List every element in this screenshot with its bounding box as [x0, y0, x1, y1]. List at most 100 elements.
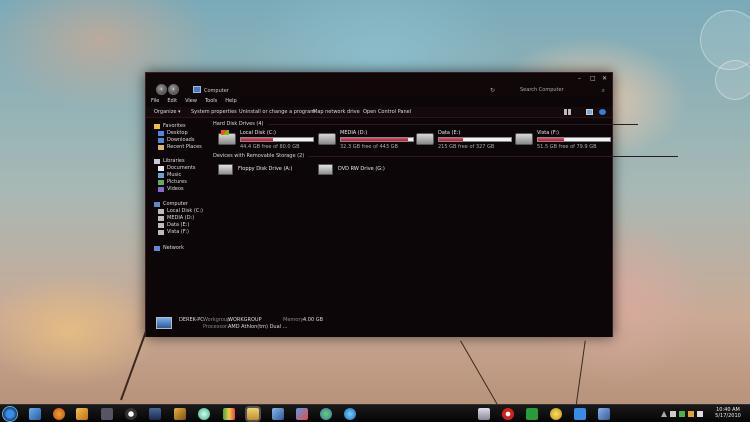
- memory-label: Memory:: [283, 317, 305, 323]
- floppy-drive-a[interactable]: Floppy Disk Drive (A:): [218, 163, 318, 185]
- drive-d[interactable]: MEDIA (D:) 32.3 GB free of 443 GB: [318, 130, 418, 152]
- nav-network[interactable]: Network: [154, 245, 184, 251]
- device-name: Floppy Disk Drive (A:): [238, 166, 293, 172]
- app-icon[interactable]: [502, 408, 514, 420]
- nav-label: Downloads: [167, 137, 195, 143]
- menu-edit[interactable]: Edit: [167, 98, 177, 106]
- nav-label: Videos: [167, 186, 184, 192]
- user-folder-icon[interactable]: [29, 408, 41, 420]
- nav-label: Local Disk (C:): [167, 208, 203, 214]
- open-control-panel-button[interactable]: Open Control Panel: [363, 109, 411, 115]
- app-icon[interactable]: [149, 408, 161, 420]
- usage-fill: [538, 138, 564, 141]
- nav-music[interactable]: Music: [158, 172, 181, 178]
- start-button[interactable]: [2, 406, 18, 422]
- dvd-drive-g[interactable]: DVD RW Drive (G:): [318, 163, 418, 185]
- nav-desktop[interactable]: Desktop: [158, 130, 188, 136]
- nav-pictures[interactable]: Pictures: [158, 179, 187, 185]
- drive-free-space: 51.5 GB free of 79.9 GB: [537, 144, 597, 150]
- nav-data[interactable]: Data (E:): [158, 222, 189, 228]
- dvd-icon: [318, 164, 333, 175]
- uninstall-button[interactable]: Uninstall or change a program: [239, 109, 315, 115]
- address-bar[interactable]: Computer: [204, 88, 229, 94]
- tray-app-icon[interactable]: [679, 411, 685, 417]
- recent-places-icon: [158, 144, 164, 150]
- plant-stem: [460, 340, 501, 411]
- recycle-bin-icon[interactable]: [478, 408, 490, 420]
- processor-value: AMD Athlon(tm) Dual ...: [228, 324, 288, 330]
- volume-icon[interactable]: [697, 411, 703, 417]
- search-icon[interactable]: ⌕: [602, 86, 605, 95]
- nav-documents[interactable]: Documents: [158, 165, 196, 171]
- drive-c[interactable]: Local Disk (C:) 44.4 GB free of 80.0 GB: [218, 130, 318, 152]
- plant-stem: [575, 340, 586, 411]
- nav-recent-places[interactable]: Recent Places: [158, 144, 202, 150]
- preview-pane-icon[interactable]: [586, 109, 593, 115]
- nav-media[interactable]: MEDIA (D:): [158, 215, 194, 221]
- tray-network-icon[interactable]: [670, 411, 676, 417]
- drive-free-space: 215 GB free of 327 GB: [438, 144, 495, 150]
- nav-label: Data (E:): [167, 222, 190, 228]
- drive-free-space: 44.4 GB free of 80.0 GB: [240, 144, 300, 150]
- app-icon[interactable]: [296, 408, 308, 420]
- drive-f[interactable]: Vista (F:) 51.5 GB free of 79.9 GB: [515, 130, 615, 152]
- menu-tools[interactable]: Tools: [205, 98, 217, 106]
- help-icon[interactable]: [599, 109, 606, 115]
- menu-file[interactable]: File: [151, 98, 159, 106]
- nav-videos[interactable]: Videos: [158, 186, 184, 192]
- nav-local-disk[interactable]: Local Disk (C:): [158, 208, 203, 214]
- nav-favorites[interactable]: Favorites: [154, 123, 186, 129]
- nav-downloads[interactable]: Downloads: [158, 137, 194, 143]
- view-options-icon[interactable]: [564, 109, 571, 115]
- close-button[interactable]: ✕: [602, 75, 607, 82]
- minimize-button[interactable]: –: [578, 75, 581, 82]
- group-removable-storage[interactable]: Devices with Removable Storage (2): [213, 153, 680, 159]
- nav-label: Libraries: [163, 158, 185, 164]
- usage-fill: [241, 138, 274, 141]
- app-icon[interactable]: [174, 408, 186, 420]
- media-player-icon[interactable]: [53, 408, 65, 420]
- internet-explorer-icon[interactable]: [344, 408, 356, 420]
- drive-icon: [158, 208, 164, 214]
- tray-up-arrow-icon[interactable]: [661, 411, 667, 417]
- tray-app-icon[interactable]: [688, 411, 694, 417]
- details-pane: DEREK-PC Workgroup: WORKGROUP Memory: 4.…: [146, 311, 612, 337]
- search-input[interactable]: Search Computer ⌕: [517, 86, 605, 95]
- app-icon[interactable]: [272, 408, 284, 420]
- drive-e[interactable]: Data (E:) 215 GB free of 327 GB: [416, 130, 516, 152]
- network-icon: [154, 245, 160, 251]
- video-player-icon[interactable]: [76, 408, 88, 420]
- app-icon[interactable]: [101, 408, 113, 420]
- nav-vista[interactable]: Vista (F:): [158, 229, 189, 235]
- system-properties-button[interactable]: System properties: [191, 109, 237, 115]
- app-icon[interactable]: [574, 408, 586, 420]
- star-icon: [154, 123, 160, 129]
- nav-label: Vista (F:): [167, 229, 189, 235]
- clock[interactable]: 10:40 AM 5/17/2010: [714, 407, 742, 419]
- nav-computer[interactable]: Computer: [154, 201, 188, 207]
- flag-icon[interactable]: [598, 408, 610, 420]
- nav-label: Documents: [167, 165, 196, 171]
- usage-bar: [240, 137, 314, 142]
- explorer-window: ‹ › Computer ↻ Search Computer ⌕ – □ ✕ F…: [145, 72, 680, 337]
- app-icon[interactable]: [223, 408, 235, 420]
- maximize-button[interactable]: □: [590, 75, 596, 82]
- browser-icon[interactable]: [125, 408, 137, 420]
- app-icon[interactable]: [526, 408, 538, 420]
- windows-explorer-icon[interactable]: [247, 408, 259, 420]
- menu-view[interactable]: View: [185, 98, 197, 106]
- menu-help[interactable]: Help: [225, 98, 236, 106]
- workgroup-value: WORKGROUP: [228, 317, 262, 323]
- back-button[interactable]: ‹: [156, 84, 167, 95]
- nav-libraries[interactable]: Libraries: [154, 158, 185, 164]
- map-network-drive-button[interactable]: Map network drive: [313, 109, 360, 115]
- refresh-icon[interactable]: ↻: [490, 87, 495, 94]
- group-hard-disk-drives[interactable]: Hard Disk Drives (4): [213, 121, 634, 127]
- organize-button[interactable]: Organize ▾: [154, 109, 181, 115]
- messenger-icon[interactable]: [320, 408, 332, 420]
- app-icon[interactable]: [550, 408, 562, 420]
- app-icon[interactable]: [198, 408, 210, 420]
- forward-button[interactable]: ›: [168, 84, 179, 95]
- nav-label: MEDIA (D:): [167, 215, 195, 221]
- usage-bar: [537, 137, 611, 142]
